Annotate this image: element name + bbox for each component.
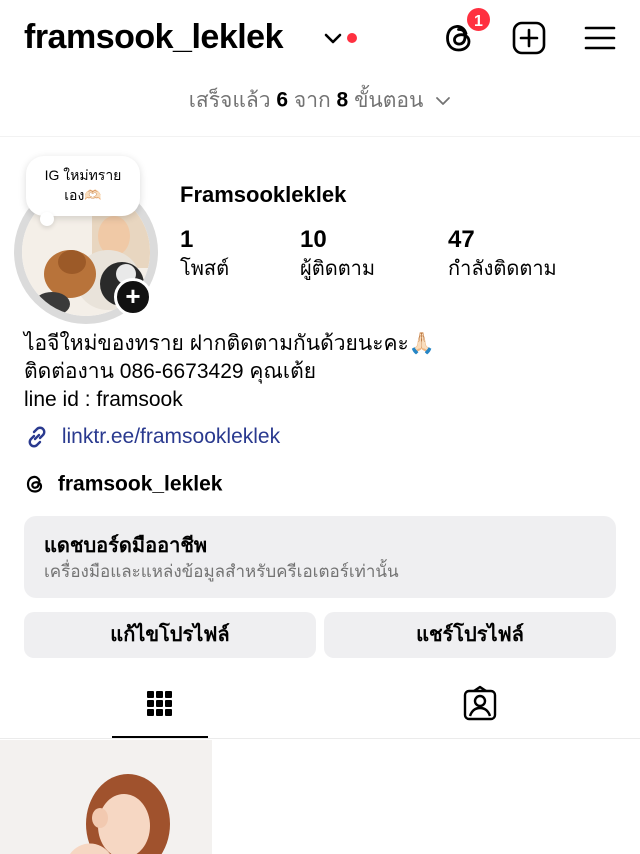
tagged-icon [463, 685, 497, 721]
bio-line: ไอจีใหม่ของทราย ฝากติดตามกันด้วยนะคะ🙏🏻 [24, 332, 435, 355]
note-line-1: IG ใหม่ทราย [44, 167, 122, 183]
unread-dot [347, 33, 357, 43]
post-thumbnail[interactable] [0, 740, 212, 854]
top-bar: framsook_leklek 1 [0, 0, 640, 78]
notification-badge: 1 [465, 6, 492, 33]
stat-followers[interactable]: 10 ผู้ติดตาม [300, 226, 375, 284]
bio: ไอจีใหม่ของทราย ฝากติดตามกันด้วยนะคะ🙏🏻 ต… [24, 330, 435, 414]
professional-dashboard[interactable]: แดชบอร์ดมืออาชีพ เครื่องมือและแหล่งข้อมู… [24, 516, 616, 598]
bio-line: line id : framsook [24, 388, 183, 411]
bio-line: ติดต่องาน 086-6673429 คุณเต้ย [24, 360, 317, 383]
progress-suffix: ขั้นตอน [354, 89, 424, 112]
post-photo [0, 740, 212, 854]
progress-middle: จาก [293, 89, 331, 112]
divider [0, 136, 640, 137]
threads-icon [26, 476, 43, 494]
threads-profile-link[interactable]: framsook_leklek [24, 472, 222, 496]
profile-note[interactable]: IG ใหม่ทราย เอง🫶🏻 [26, 156, 140, 216]
username-title[interactable]: framsook_leklek [24, 18, 284, 57]
stat-followers-value: 10 [300, 226, 327, 253]
grid-icon [147, 691, 172, 716]
tab-tagged[interactable] [430, 680, 530, 738]
dashboard-title: แดชบอร์ดมืออาชีพ [44, 535, 208, 557]
profile-progress[interactable]: เสร็จแล้ว 6 จาก 8 ขั้นตอน [0, 84, 640, 128]
stat-following-value: 47 [448, 226, 475, 253]
note-bubble-tail [40, 212, 54, 226]
stat-following-label: กำลังติดตาม [448, 258, 557, 280]
bio-link-text: linktr.ee/framsookleklek [61, 425, 281, 448]
dashboard-subtitle: เครื่องมือและแหล่งข้อมูลสำหรับครีเอเตอร์… [44, 562, 399, 581]
note-line-2: เอง🫶🏻 [64, 187, 102, 203]
stat-following[interactable]: 47 กำลังติดตาม [448, 226, 557, 284]
progress-total: 8 [336, 88, 349, 112]
bio-link[interactable]: linktr.ee/framsookleklek [24, 424, 280, 450]
share-profile-button[interactable]: แชร์โปรไฟล์ [324, 612, 616, 658]
divider [0, 738, 640, 739]
stat-posts-label: โพสต์ [180, 258, 230, 280]
threads-handle: framsook_leklek [57, 472, 223, 496]
link-icon [28, 426, 46, 448]
menu-icon[interactable] [582, 20, 618, 56]
chevron-down-icon[interactable] [322, 30, 344, 48]
edit-profile-button[interactable]: แก้ไขโปรไฟล์ [24, 612, 316, 658]
tab-posts-grid[interactable] [112, 680, 212, 738]
stat-followers-label: ผู้ติดตาม [300, 258, 376, 280]
add-post-icon[interactable] [511, 20, 547, 56]
display-name: Framsookleklek [180, 182, 347, 207]
add-story-button[interactable]: + [114, 278, 152, 316]
progress-prefix: เสร็จแล้ว [188, 89, 271, 112]
progress-done: 6 [276, 88, 289, 112]
stat-posts[interactable]: 1 โพสต์ [180, 226, 229, 284]
stat-posts-value: 1 [180, 226, 194, 253]
chevron-down-icon [436, 96, 451, 105]
